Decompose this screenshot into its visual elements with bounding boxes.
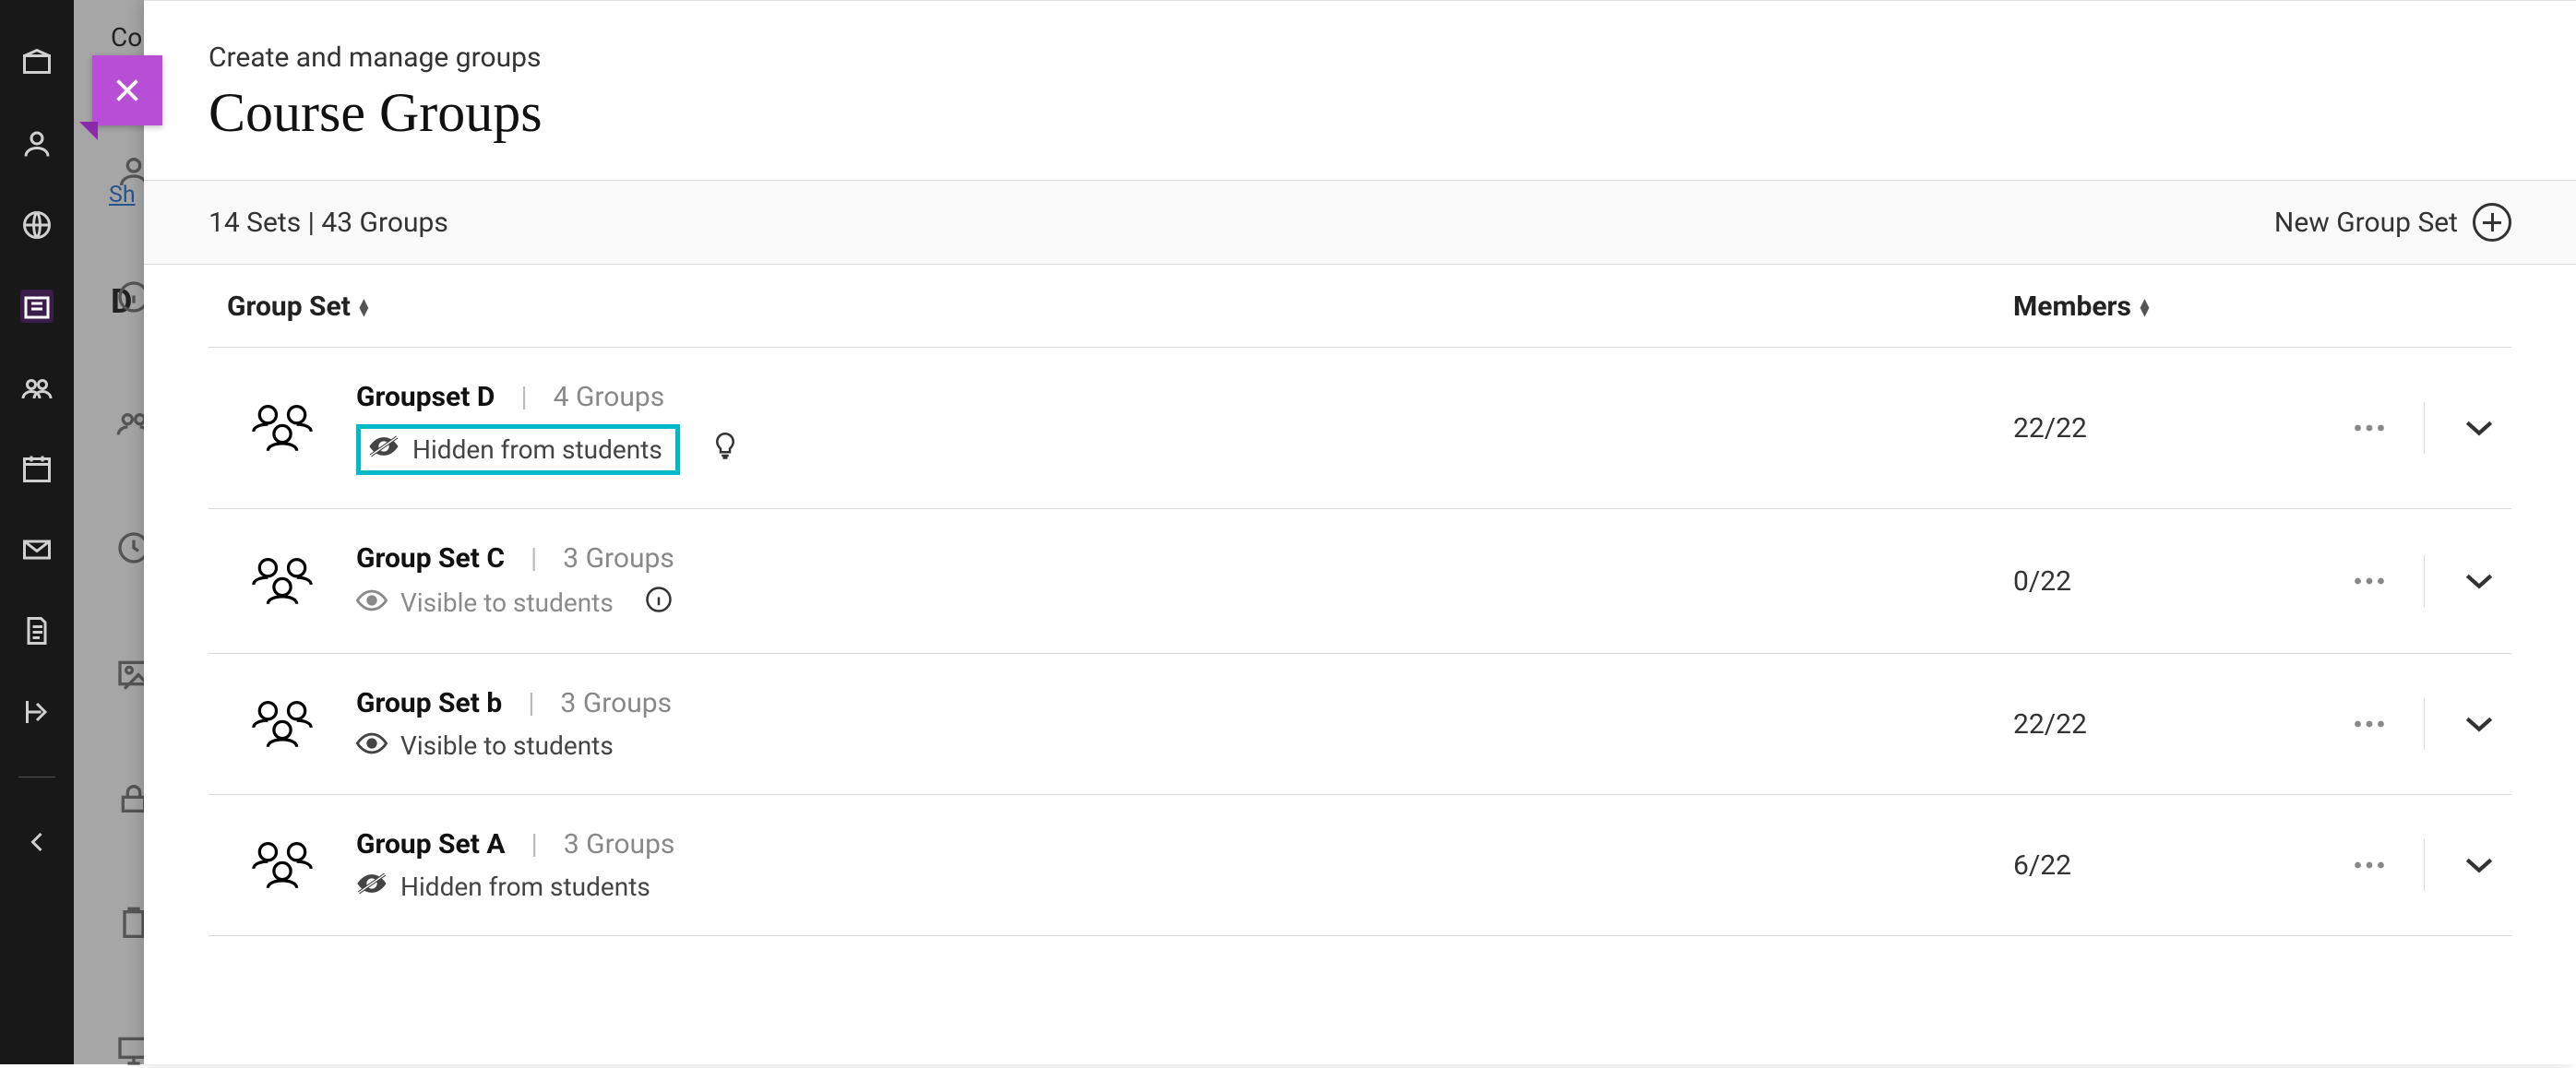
group-count-text: 3 Groups bbox=[563, 542, 674, 575]
hint-bulb-icon[interactable] bbox=[711, 433, 739, 467]
peek-text-d: D bbox=[111, 282, 132, 321]
nav-share-icon[interactable] bbox=[20, 695, 54, 729]
visibility-toggle[interactable]: Hidden from students bbox=[356, 872, 2013, 902]
group-set-body: Groupset D | 4 Groups Hidden from students bbox=[356, 381, 2013, 475]
visibility-toggle[interactable]: Visible to students bbox=[356, 730, 2013, 761]
panel-title: Course Groups bbox=[209, 81, 2511, 145]
members-count: 22/22 bbox=[2013, 412, 2253, 445]
peek-text-co: Co bbox=[111, 22, 142, 53]
eye-icon bbox=[356, 587, 388, 618]
members-count: 22/22 bbox=[2013, 708, 2253, 741]
group-set-name-link[interactable]: Group Set C bbox=[356, 542, 505, 575]
group-set-name-link[interactable]: Groupset D bbox=[356, 381, 495, 413]
visibility-text: Hidden from students bbox=[412, 434, 662, 465]
column-header-groupset[interactable]: Group Set ▴▾ bbox=[209, 291, 2013, 323]
group-set-icon bbox=[209, 696, 356, 752]
divider bbox=[2424, 698, 2425, 750]
background-overlay bbox=[74, 0, 148, 1064]
visibility-text: Visible to students bbox=[400, 587, 614, 618]
panel-header: Create and manage groups Course Groups bbox=[144, 1, 2576, 180]
group-count-text: 3 Groups bbox=[561, 687, 673, 719]
group-set-icon bbox=[209, 837, 356, 893]
summary-count-text: 14 Sets | 43 Groups bbox=[209, 207, 448, 239]
group-set-name-link[interactable]: Group Set b bbox=[356, 687, 502, 719]
group-set-row: Group Set A | 3 Groups Hidden from student… bbox=[209, 795, 2511, 936]
expand-row-button[interactable] bbox=[2447, 833, 2511, 897]
members-count: 0/22 bbox=[2013, 565, 2253, 598]
divider bbox=[2424, 839, 2425, 891]
expand-row-button[interactable] bbox=[2447, 692, 2511, 756]
divider bbox=[2424, 402, 2425, 454]
divider: | bbox=[528, 687, 534, 719]
more-options-button[interactable] bbox=[2337, 833, 2402, 897]
eye-off-icon bbox=[368, 434, 400, 465]
visibility-toggle[interactable]: Hidden from students bbox=[356, 424, 2013, 475]
eye-off-icon bbox=[356, 872, 388, 902]
group-set-row: Groupset D | 4 Groups Hidden from students… bbox=[209, 348, 2511, 509]
group-set-icon bbox=[209, 553, 356, 609]
close-panel-button[interactable] bbox=[92, 55, 162, 125]
nav-institution-icon[interactable] bbox=[20, 290, 54, 323]
row-actions bbox=[2253, 833, 2511, 897]
sort-icon: ▴▾ bbox=[2141, 299, 2149, 315]
sort-icon: ▴▾ bbox=[360, 299, 368, 315]
nav-groups-icon[interactable] bbox=[20, 371, 54, 404]
group-set-icon bbox=[209, 400, 356, 456]
more-options-button[interactable] bbox=[2337, 549, 2402, 613]
global-nav-rail bbox=[0, 0, 74, 1064]
peek-link-sh[interactable]: Sh bbox=[109, 182, 136, 208]
more-options-button[interactable] bbox=[2337, 396, 2402, 460]
row-actions bbox=[2253, 549, 2511, 613]
divider: | bbox=[520, 381, 527, 413]
visibility-text: Hidden from students bbox=[400, 872, 650, 902]
new-group-set-label: New Group Set bbox=[2274, 207, 2458, 239]
course-groups-panel: Create and manage groups Course Groups 1… bbox=[144, 0, 2576, 1064]
group-set-table: Group Set ▴▾ Members ▴▾ Groupset D | 4 Gro… bbox=[144, 265, 2576, 936]
visibility-toggle[interactable]: Visible to students bbox=[356, 586, 2013, 620]
expand-row-button[interactable] bbox=[2447, 396, 2511, 460]
nav-logo-icon[interactable] bbox=[20, 46, 54, 79]
plus-circle-icon bbox=[2473, 203, 2511, 242]
divider: | bbox=[531, 542, 537, 575]
highlight-callout: Hidden from students bbox=[356, 424, 680, 475]
new-group-set-button[interactable]: New Group Set bbox=[2274, 203, 2511, 242]
group-set-row: Group Set b | 3 Groups Visible to students… bbox=[209, 654, 2511, 795]
row-actions bbox=[2253, 396, 2511, 460]
visibility-text: Visible to students bbox=[400, 730, 614, 761]
nav-globe-icon[interactable] bbox=[20, 208, 54, 242]
nav-calendar-icon[interactable] bbox=[20, 452, 54, 485]
panel-subtitle: Create and manage groups bbox=[209, 42, 2511, 74]
members-count: 6/22 bbox=[2013, 849, 2253, 882]
nav-profile-icon[interactable] bbox=[20, 127, 54, 160]
more-options-button[interactable] bbox=[2337, 692, 2402, 756]
group-set-body: Group Set b | 3 Groups Visible to students bbox=[356, 687, 2013, 761]
row-actions bbox=[2253, 692, 2511, 756]
nav-doc-icon[interactable] bbox=[20, 614, 54, 647]
group-set-body: Group Set A | 3 Groups Hidden from student… bbox=[356, 828, 2013, 902]
nav-back-icon[interactable] bbox=[20, 825, 54, 859]
table-header-row: Group Set ▴▾ Members ▴▾ bbox=[209, 265, 2511, 348]
eye-icon bbox=[356, 730, 388, 761]
group-set-body: Group Set C | 3 Groups Visible to students bbox=[356, 542, 2013, 620]
group-set-name-link[interactable]: Group Set A bbox=[356, 828, 506, 860]
nav-mail-icon[interactable] bbox=[20, 533, 54, 566]
info-icon[interactable] bbox=[645, 586, 673, 620]
group-count-text: 4 Groups bbox=[554, 381, 665, 413]
column-header-members[interactable]: Members ▴▾ bbox=[2013, 291, 2253, 323]
group-set-row: Group Set C | 3 Groups Visible to students… bbox=[209, 509, 2511, 654]
divider: | bbox=[531, 828, 538, 860]
summary-bar: 14 Sets | 43 Groups New Group Set bbox=[144, 180, 2576, 265]
expand-row-button[interactable] bbox=[2447, 549, 2511, 613]
divider bbox=[2424, 555, 2425, 607]
group-count-text: 3 Groups bbox=[564, 828, 675, 860]
